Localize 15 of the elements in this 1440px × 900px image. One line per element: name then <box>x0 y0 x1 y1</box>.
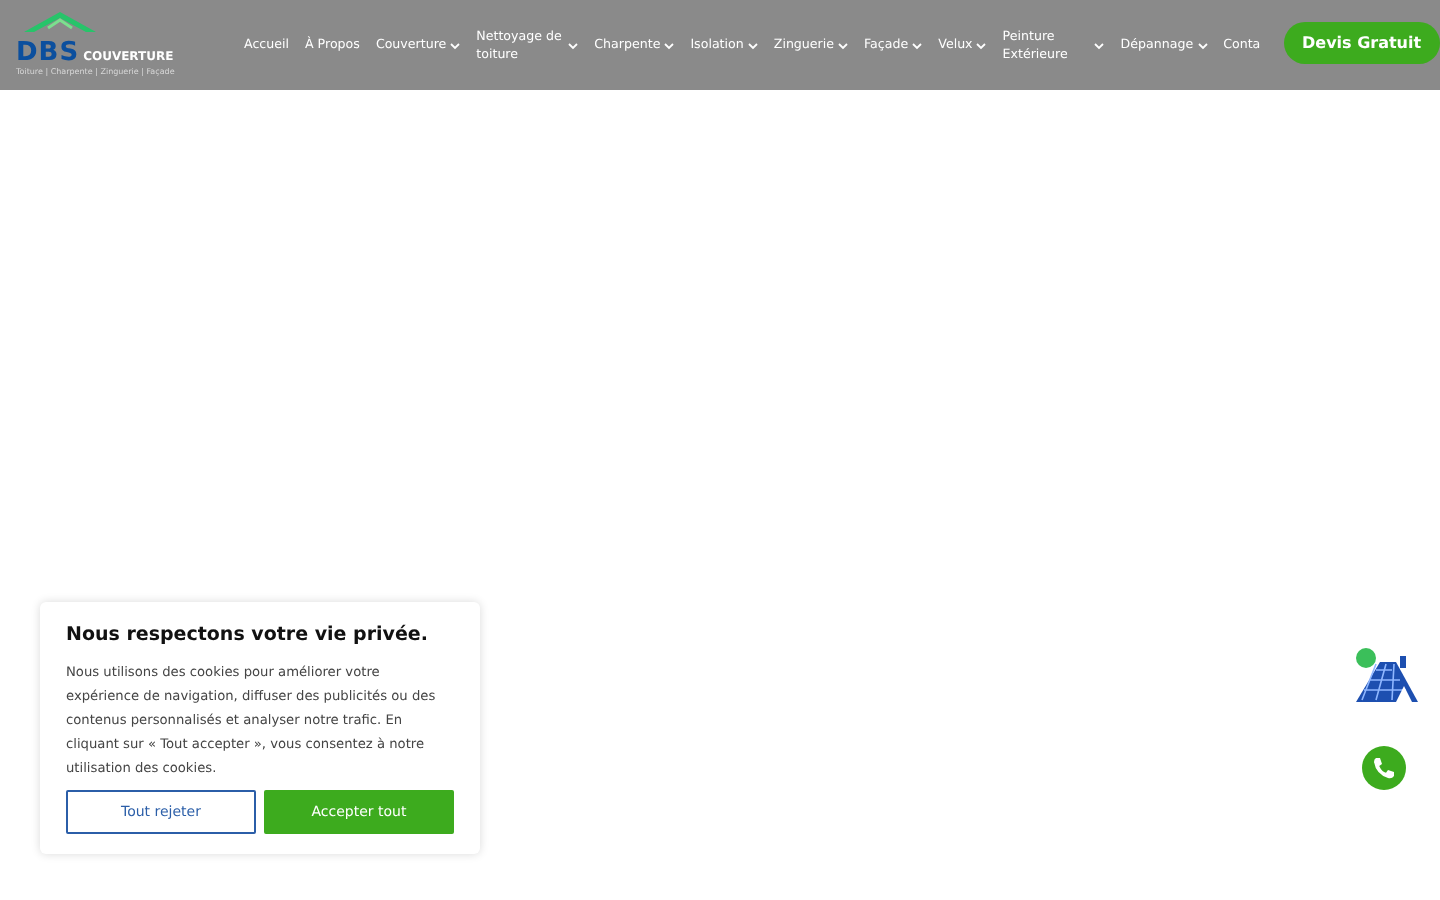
phone-icon[interactable] <box>1362 746 1406 790</box>
chevron-down-icon <box>912 41 923 49</box>
roof-logo-icon <box>20 10 100 34</box>
chevron-down-icon <box>976 41 987 49</box>
brand-name: DBS <box>16 39 80 65</box>
quote-button[interactable]: Devis Gratuit <box>1284 22 1440 64</box>
chevron-down-icon <box>1094 41 1105 49</box>
chevron-down-icon <box>450 41 461 49</box>
chevron-down-icon <box>1197 41 1208 49</box>
chevron-down-icon <box>664 41 675 49</box>
chevron-down-icon <box>747 41 758 49</box>
cookie-title: Nous respectons votre vie privée. <box>66 624 430 646</box>
chevron-down-icon <box>838 41 849 49</box>
solar-roof-icon[interactable] <box>1352 646 1420 704</box>
chevron-down-icon <box>568 41 579 49</box>
